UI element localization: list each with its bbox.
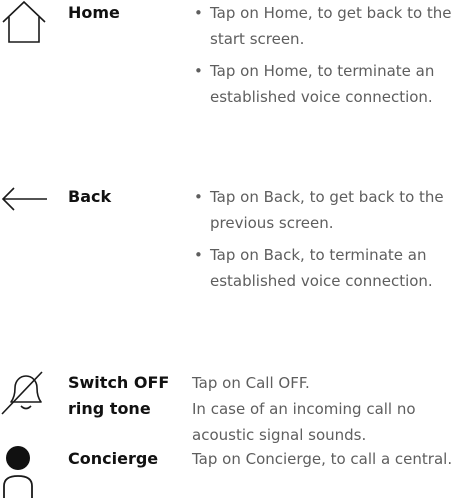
concierge-description: Tap on Concierge, to call a central. [192, 446, 457, 472]
bell-off-icon[interactable] [0, 370, 50, 420]
home-icon[interactable] [0, 0, 50, 50]
home-label: Home [68, 3, 120, 22]
list-item: • Tap on Home, to terminate an establish… [194, 62, 435, 106]
ring-tone-description: Tap on Call OFF. In case of an incoming … [192, 370, 457, 448]
person-icon[interactable] [0, 446, 50, 498]
description-line: Tap on Concierge, to call a central. [192, 450, 453, 468]
list-item: • Tap on Back, to terminate an establish… [194, 246, 433, 290]
ring-tone-label: Switch OFF ring tone [68, 373, 170, 418]
list-item: • Tap on Home, to get back to the start … [194, 4, 452, 48]
back-label: Back [68, 187, 112, 206]
description-line: Tap on Call OFF. [192, 374, 310, 392]
list-item: • Tap on Back, to get back to the previo… [194, 188, 444, 232]
back-description: • Tap on Back, to get back to the previo… [192, 184, 457, 300]
arrow-left-icon[interactable] [0, 184, 50, 234]
home-description: • Tap on Home, to get back to the start … [192, 0, 457, 116]
description-line: In case of an incoming call no acoustic … [192, 400, 416, 444]
concierge-label: Concierge [68, 449, 159, 468]
